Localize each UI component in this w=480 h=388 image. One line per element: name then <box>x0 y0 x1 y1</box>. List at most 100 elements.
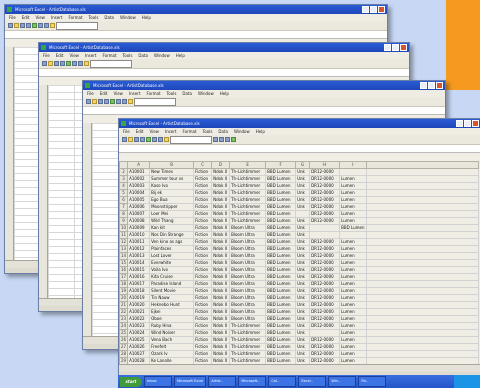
menu-item-view[interactable]: View <box>149 128 159 135</box>
table-cell[interactable]: Wind Noiser <box>149 329 195 337</box>
column-header[interactable]: H <box>309 161 341 169</box>
table-cell[interactable] <box>365 308 479 316</box>
table-cell[interactable]: Lumen <box>339 336 367 344</box>
menu-item-insert[interactable]: Insert <box>51 14 62 21</box>
row-number[interactable]: 25 <box>119 329 129 337</box>
table-cell[interactable]: DR12-0000 <box>309 203 341 211</box>
table-cell[interactable]: Fiction <box>193 273 213 281</box>
table-cell[interactable]: Fiction <box>193 231 213 239</box>
row-number[interactable]: 22 <box>119 308 129 316</box>
table-cell[interactable]: Unk <box>295 308 311 316</box>
table-cell[interactable]: Lumen <box>339 175 367 183</box>
table-cell[interactable]: A10015 <box>127 266 151 274</box>
table-cell[interactable]: Lumen <box>339 217 367 225</box>
table-cell[interactable]: Unk <box>295 294 311 302</box>
table-cell[interactable]: BBD Lumen <box>265 196 297 204</box>
table-cell[interactable]: Lumen <box>339 182 367 190</box>
table-cell[interactable]: Fiction <box>193 259 213 267</box>
menu-item-view[interactable]: View <box>35 14 45 21</box>
row-number[interactable]: 21 <box>119 301 129 309</box>
copy-icon[interactable] <box>122 99 127 104</box>
table-cell[interactable]: Th-Lichtimmer <box>229 189 267 197</box>
table-cell[interactable]: DR12-0000 <box>309 259 341 267</box>
table-cell[interactable]: BBD Lumen <box>265 168 297 176</box>
menu-item-help[interactable]: Help <box>256 128 265 135</box>
table-cell[interactable]: Fiction <box>193 224 213 232</box>
row-number[interactable]: 23 <box>119 315 129 323</box>
table-cell[interactable]: Unk <box>295 315 311 323</box>
copy-icon[interactable] <box>158 137 163 142</box>
table-cell[interactable]: Unk <box>295 231 311 239</box>
table-cell[interactable]: Oboe <box>149 315 195 323</box>
table-cell[interactable]: Kan kit <box>149 224 195 232</box>
table-row[interactable]: 25 A10024 Wind Noiser Fiction Ndok II Th-Lich… <box>119 329 479 337</box>
preview-icon[interactable] <box>66 61 71 66</box>
cut-icon[interactable] <box>72 61 77 66</box>
table-cell[interactable]: BBD Lumen <box>265 224 297 232</box>
table-cell[interactable]: Ndok II <box>211 343 231 351</box>
table-cell[interactable] <box>365 350 479 358</box>
table-cell[interactable] <box>295 210 311 218</box>
table-cell[interactable]: BBD Lumen <box>265 175 297 183</box>
table-cell[interactable]: BBD Lumen <box>265 203 297 211</box>
row-number[interactable]: 16 <box>119 266 129 274</box>
table-cell[interactable]: Unk <box>295 336 311 344</box>
table-cell[interactable]: BBD Lumen <box>265 301 297 309</box>
table-cell[interactable]: BBD Lumen <box>265 287 297 295</box>
table-cell[interactable]: Bloom Ultra <box>229 231 267 239</box>
menu-item-help[interactable]: Help <box>176 52 185 59</box>
table-cell[interactable]: Kaso Ivo <box>149 182 195 190</box>
table-cell[interactable] <box>365 329 479 337</box>
minimize-icon[interactable] <box>362 6 369 13</box>
table-cell[interactable] <box>365 196 479 204</box>
table-cell[interactable]: Fiction <box>193 350 213 358</box>
table-cell[interactable]: Paradise Island <box>149 280 195 288</box>
table-cell[interactable]: BBD Lumen <box>265 217 297 225</box>
menu-item-data[interactable]: Data <box>138 52 148 59</box>
table-cell[interactable]: A10017 <box>127 280 151 288</box>
table-cell[interactable]: Ven kino as ags <box>149 238 195 246</box>
table-cell[interactable]: Kita Cruise <box>149 273 195 281</box>
table-cell[interactable]: Lumen <box>339 322 367 330</box>
menu-item-file[interactable]: File <box>87 90 94 97</box>
excel-window-front[interactable]: Microsoft Excel - ArtistDatabase.xls Fil… <box>118 118 480 378</box>
table-cell[interactable]: BBD Lumen <box>265 273 297 281</box>
table-cell[interactable]: BBD Lumen <box>265 182 297 190</box>
menu-item-format[interactable]: Format <box>68 14 82 21</box>
table-cell[interactable]: Tin Nauw <box>149 294 195 302</box>
minimize-icon[interactable] <box>456 120 463 127</box>
table-cell[interactable]: Bloom Ultra <box>229 273 267 281</box>
table-cell[interactable]: Fiction <box>193 238 213 246</box>
table-cell[interactable]: Ndok II <box>211 224 231 232</box>
chart-icon[interactable] <box>231 137 236 142</box>
table-cell[interactable]: Unk <box>295 168 311 176</box>
new-icon[interactable] <box>8 23 13 28</box>
table-cell[interactable]: A10003 <box>127 182 151 190</box>
table-cell[interactable]: Vena Bach <box>149 336 195 344</box>
table-cell[interactable]: Unk <box>295 196 311 204</box>
table-cell[interactable]: DR12-0000 <box>309 266 341 274</box>
menu-item-edit[interactable]: Edit <box>100 90 108 97</box>
row-number[interactable]: 9 <box>119 217 129 225</box>
table-cell[interactable]: Th-Lichtimmer <box>229 196 267 204</box>
table-row[interactable]: 11 A10010 Nos Din Strange Fiction Ndok II Blo… <box>119 231 479 239</box>
new-icon[interactable] <box>42 61 47 66</box>
table-cell[interactable]: Unk <box>295 280 311 288</box>
table-cell[interactable] <box>365 210 479 218</box>
table-row[interactable]: 18 A10017 Paradise Island Fiction Ndok II Blo… <box>119 280 479 288</box>
table-cell[interactable]: Lumen <box>339 280 367 288</box>
table-cell[interactable]: Lumen <box>339 252 367 260</box>
row-number[interactable]: 20 <box>119 294 129 302</box>
table-cell[interactable]: Everwhite <box>149 259 195 267</box>
new-icon[interactable] <box>86 99 91 104</box>
table-cell[interactable]: Fiction <box>193 266 213 274</box>
table-cell[interactable]: A10027 <box>127 350 151 358</box>
table-cell[interactable]: A10023 <box>127 322 151 330</box>
table-cell[interactable]: A10009 <box>127 224 151 232</box>
table-cell[interactable]: Ndok II <box>211 315 231 323</box>
close-icon[interactable] <box>472 120 479 127</box>
table-cell[interactable] <box>365 259 479 267</box>
table-cell[interactable]: Bloom Ultra <box>229 294 267 302</box>
column-header[interactable] <box>119 161 129 169</box>
table-cell[interactable]: Fiction <box>193 301 213 309</box>
